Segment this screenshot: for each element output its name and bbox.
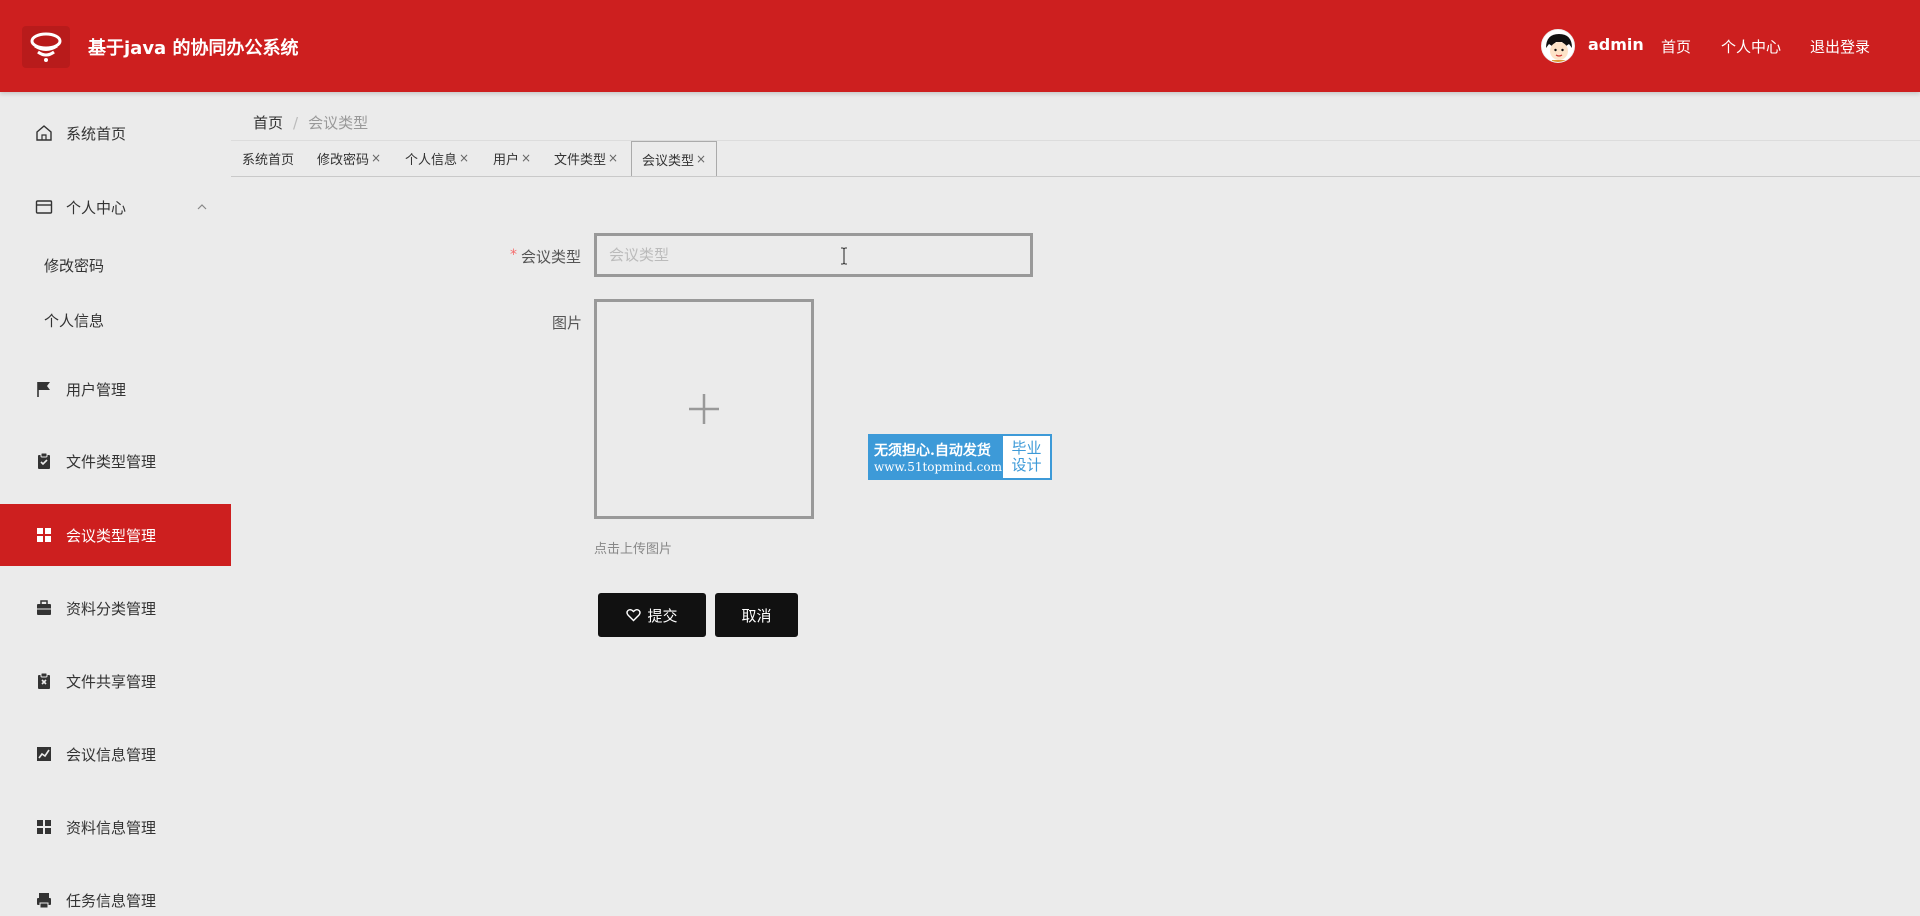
sidebar-item-material-categories[interactable]: 资料分类管理 <box>0 577 231 639</box>
close-icon[interactable]: × <box>696 152 706 166</box>
required-mark: * <box>510 247 517 263</box>
tab-label: 用户 <box>493 152 520 168</box>
tab-label: 个人信息 <box>405 152 458 168</box>
tab-personal-info[interactable]: 个人信息 × <box>405 141 469 175</box>
sidebar-item-label: 个人中心 <box>66 198 127 217</box>
sidebar-item-label: 资料信息管理 <box>66 818 157 837</box>
submit-label: 提交 <box>647 606 678 625</box>
tab-system-home[interactable]: 系统首页 <box>242 141 294 175</box>
badge-right: 毕业 设计 <box>1003 436 1050 478</box>
document-x-icon <box>35 672 53 690</box>
image-upload-box[interactable] <box>594 299 814 519</box>
close-icon[interactable]: × <box>521 151 531 165</box>
tab-label: 修改密码 <box>317 152 370 168</box>
briefcase-icon <box>35 599 53 617</box>
breadcrumb-home[interactable]: 首页 <box>253 114 283 132</box>
sidebar-item-label: 修改密码 <box>44 256 105 275</box>
watermark-badge: 无须担心.自动发货 www.51topmind.com 毕业 设计 <box>868 434 1052 480</box>
header-link-profile[interactable]: 个人中心 <box>1721 36 1781 57</box>
app-title: 基于java 的协同办公系统 <box>88 38 299 59</box>
sidebar-item-label: 文件共享管理 <box>66 672 157 691</box>
sidebar-item-home[interactable]: 系统首页 <box>0 102 231 164</box>
sidebar-item-personal-center[interactable]: 个人中心 <box>0 176 231 238</box>
chart-icon <box>35 745 53 763</box>
tab-label: 系统首页 <box>242 152 295 168</box>
meeting-type-label: 会议类型 <box>521 248 582 266</box>
tab-label: 文件类型 <box>554 152 607 168</box>
cancel-label: 取消 <box>741 606 772 625</box>
image-label: 图片 <box>552 314 583 332</box>
cancel-button[interactable]: 取消 <box>715 593 798 637</box>
logo-icon <box>30 32 62 62</box>
plus-icon <box>689 394 719 424</box>
grid-icon <box>35 526 53 544</box>
tab-bar: 系统首页 修改密码 × 个人信息 × 用户 × 文件类型 × 会议类型 × <box>231 140 1920 177</box>
badge-left: 无须担心.自动发货 www.51topmind.com <box>870 436 1003 478</box>
badge-right-line1: 毕业 <box>1011 439 1042 457</box>
badge-line1: 无须担心.自动发货 <box>874 443 991 459</box>
grid-icon <box>35 818 53 836</box>
close-icon[interactable]: × <box>459 151 469 165</box>
sidebar-item-label: 资料分类管理 <box>66 599 157 618</box>
home-icon <box>35 124 53 142</box>
breadcrumb: 首页 / 会议类型 <box>253 112 368 133</box>
close-icon[interactable]: × <box>608 151 618 165</box>
submit-button[interactable]: 提交 <box>598 593 706 637</box>
tab-users[interactable]: 用户 × <box>493 141 531 175</box>
sidebar-item-users[interactable]: 用户管理 <box>0 358 231 420</box>
tab-label: 会议类型 <box>642 153 695 169</box>
close-icon[interactable]: × <box>371 151 381 165</box>
tab-meeting-types[interactable]: 会议类型 × <box>631 141 718 176</box>
header-link-home[interactable]: 首页 <box>1661 36 1691 57</box>
sidebar-item-label: 会议类型管理 <box>66 526 157 545</box>
badge-right-line2: 设计 <box>1011 456 1042 474</box>
sidebar-item-material-info[interactable]: 资料信息管理 <box>0 796 231 858</box>
sidebar-item-label: 任务信息管理 <box>66 891 157 910</box>
sidebar-item-file-sharing[interactable]: 文件共享管理 <box>0 650 231 712</box>
breadcrumb-separator: / <box>293 114 299 132</box>
upload-hint: 点击上传图片 <box>594 542 673 557</box>
breadcrumb-current: 会议类型 <box>308 114 369 132</box>
printer-icon <box>35 891 53 909</box>
sidebar-item-task-info[interactable]: 任务信息管理 <box>0 869 231 916</box>
sidebar-item-label: 用户管理 <box>66 380 127 399</box>
app-logo <box>22 26 70 68</box>
flag-icon <box>35 380 53 398</box>
avatar-icon <box>1542 30 1574 62</box>
meeting-type-input[interactable] <box>594 233 1033 277</box>
sidebar-item-label: 文件类型管理 <box>66 452 157 471</box>
sidebar-item-meeting-types[interactable]: 会议类型管理 <box>0 504 231 566</box>
sidebar-item-label: 会议信息管理 <box>66 745 157 764</box>
avatar[interactable] <box>1541 29 1575 63</box>
sidebar-item-label: 系统首页 <box>66 124 127 143</box>
tab-file-types[interactable]: 文件类型 × <box>554 141 618 175</box>
sidebar-item-label: 个人信息 <box>44 311 105 330</box>
tab-change-password[interactable]: 修改密码 × <box>317 141 381 175</box>
chevron-up-icon[interactable] <box>196 198 208 210</box>
header-link-logout[interactable]: 退出登录 <box>1810 36 1870 57</box>
sidebar-subitem-personal-info[interactable]: 个人信息 <box>0 295 231 345</box>
text-cursor-icon <box>840 247 848 265</box>
card-icon <box>35 198 53 216</box>
sidebar-subitem-change-password[interactable]: 修改密码 <box>0 240 231 290</box>
clipboard-icon <box>35 452 53 470</box>
top-header: 基于java 的协同办公系统 admin 首页 个人中心 退出登录 <box>0 0 1920 92</box>
sidebar-item-file-types[interactable]: 文件类型管理 <box>0 430 231 492</box>
sidebar-item-meeting-info[interactable]: 会议信息管理 <box>0 723 231 785</box>
username[interactable]: admin <box>1588 35 1644 54</box>
badge-line2: www.51topmind.com <box>874 460 1002 474</box>
sidebar: 系统首页 个人中心 修改密码 个人信息 用户管理 文件类型管理 会议类型管理 资… <box>0 92 231 916</box>
heart-icon <box>626 609 642 622</box>
